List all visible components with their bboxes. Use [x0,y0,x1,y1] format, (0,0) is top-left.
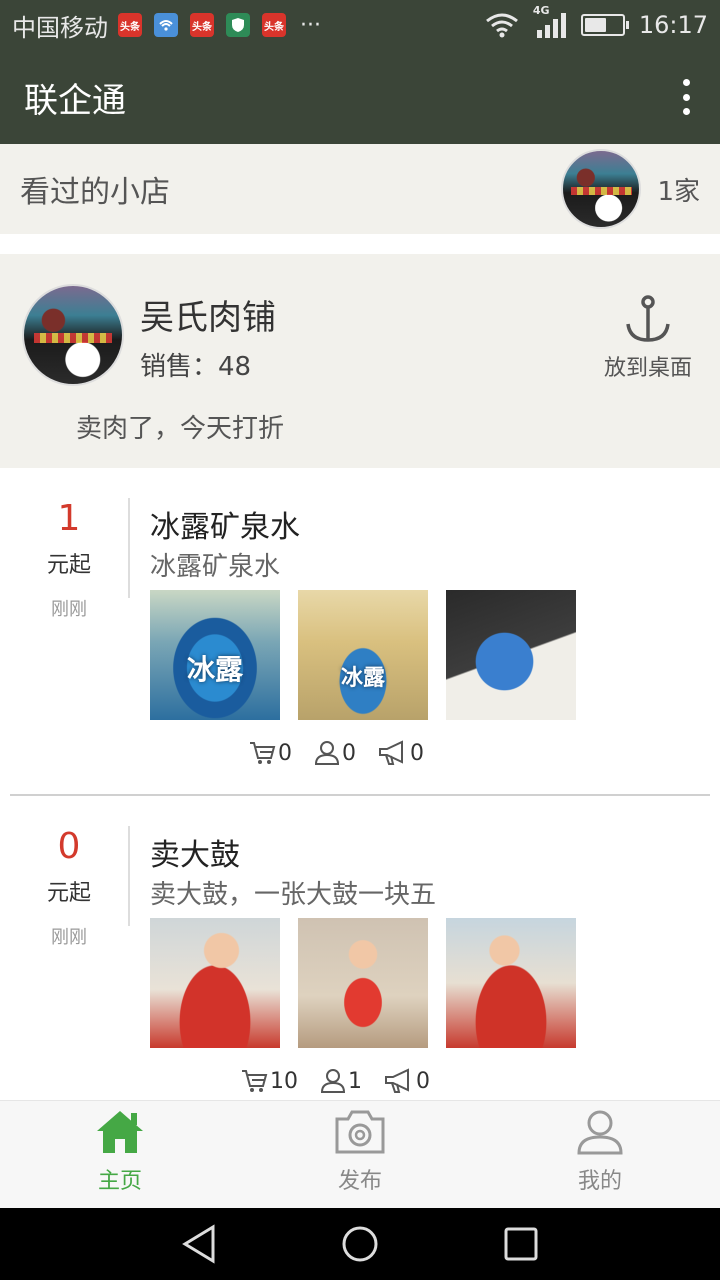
megaphone-icon [385,1068,409,1093]
system-navigation-bar [0,1208,720,1280]
product-thumbnails: 冰露 冰露 [150,590,576,720]
product-price: 0 [57,826,81,867]
viewed-shop-avatar[interactable] [561,149,642,229]
cart-stat[interactable]: 10 [240,1068,298,1094]
nav-profile[interactable]: 我的 [480,1101,720,1208]
shop-card[interactable]: 吴氏肉铺 销售：48 卖肉了，今天打折 放到桌面 [0,254,720,468]
viewed-shops-row[interactable]: 看过的小店 1家 [0,144,720,244]
product-image[interactable] [298,918,428,1048]
shares-count: 0 [416,1068,430,1094]
toutiao-notification-icon: 头条 [262,13,286,37]
overflow-menu-icon[interactable] [676,77,696,117]
bottom-navigation: 主页 发布 我的 [0,1100,720,1208]
product-price: 1 [57,498,81,539]
cart-count: 10 [270,1068,298,1094]
users-stat[interactable]: 0 [314,740,356,766]
product-stats: 10 1 0 [240,1068,452,1094]
product-image[interactable] [446,590,576,720]
shop-sales: 销售：48 [140,352,252,382]
product-image[interactable] [446,918,576,1048]
viewed-shops-label: 看过的小店 [20,175,170,210]
status-bar: 中国移动 头条 头条 头条 ··· 4G 16:17 [0,0,720,50]
price-unit: 元起 [46,881,91,906]
users-count: 0 [342,740,356,766]
user-icon [577,1110,623,1155]
product-item[interactable]: 1 元起 刚刚 冰露矿泉水 冰露矿泉水 冰露 冰露 0 0 0 [0,468,720,796]
divider [128,498,130,598]
back-icon[interactable] [181,1224,217,1264]
price-unit: 元起 [46,553,91,578]
add-to-desktop-label: 放到桌面 [603,356,692,381]
shield-notification-icon [226,13,250,37]
user-icon [320,1069,346,1093]
app-title: 联企通 [24,80,126,121]
add-to-desktop-button[interactable]: 放到桌面 [598,294,698,382]
divider [128,826,130,926]
wifi-app-notification-icon [154,13,178,37]
carrier-name: 中国移动 [12,13,108,42]
product-title: 冰露矿泉水 [150,510,300,545]
nav-profile-label: 我的 [577,1169,622,1194]
home-circle-icon[interactable] [340,1224,380,1264]
user-icon [314,741,340,765]
shop-description: 卖肉了，今天打折 [76,414,285,444]
nav-publish-label: 发布 [337,1169,382,1194]
post-time: 刚刚 [51,599,87,620]
anchor-icon [626,295,670,342]
product-image[interactable]: 冰露 [150,590,280,720]
shop-name: 吴氏肉铺 [140,298,276,338]
toutiao-notification-icon: 头条 [118,13,142,37]
home-icon [97,1111,143,1153]
product-subtitle: 卖大鼓，一张大鼓一块五 [150,880,437,910]
cellular-signal-icon: 4G [533,4,567,40]
cart-count: 0 [278,740,292,766]
nav-home-label: 主页 [97,1169,142,1194]
more-notifications-icon: ··· [300,12,321,38]
recents-icon[interactable] [503,1226,539,1262]
shares-stat[interactable]: 0 [378,740,424,766]
product-stats: 0 0 0 [248,740,446,766]
camera-icon [335,1110,385,1154]
cart-icon [242,1070,268,1092]
megaphone-icon [379,740,403,765]
users-count: 1 [348,1068,362,1094]
cart-icon [250,742,276,764]
users-stat[interactable]: 1 [320,1068,362,1094]
clock: 16:17 [638,11,708,39]
price-column: 0 元起 刚刚 [10,826,128,949]
shares-stat[interactable]: 0 [384,1068,430,1094]
shares-count: 0 [410,740,424,766]
cart-stat[interactable]: 0 [248,740,292,766]
product-image[interactable] [150,918,280,1048]
battery-icon [580,14,629,36]
viewed-shops-count: 1家 [657,176,700,207]
app-bar: 联企通 [0,50,720,144]
price-column: 1 元起 刚刚 [10,498,128,621]
nav-publish[interactable]: 发布 [240,1101,480,1208]
post-time: 刚刚 [51,927,87,948]
product-item[interactable]: 0 元起 刚刚 卖大鼓 卖大鼓，一张大鼓一块五 10 1 0 [0,796,720,1124]
toutiao-notification-icon: 头条 [190,13,214,37]
nav-home[interactable]: 主页 [0,1101,240,1208]
product-image[interactable]: 冰露 [298,590,428,720]
product-title: 卖大鼓 [150,838,240,873]
product-thumbnails [150,918,576,1048]
shop-avatar[interactable] [22,284,124,386]
wifi-icon [485,13,518,38]
product-subtitle: 冰露矿泉水 [150,552,281,582]
